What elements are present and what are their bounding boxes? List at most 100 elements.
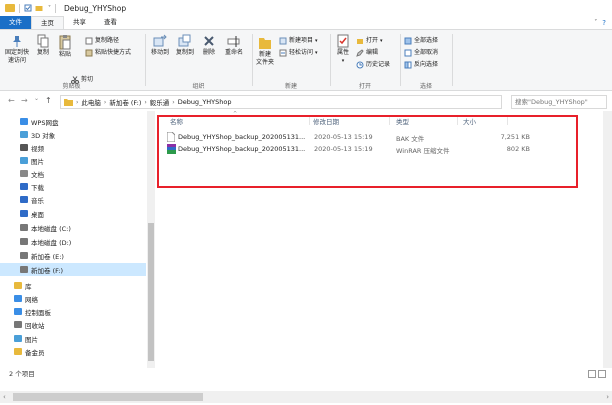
sidebar-item[interactable]: 图片: [0, 154, 146, 167]
content-scrollbar[interactable]: [603, 111, 612, 368]
delete-button[interactable]: 删除: [199, 34, 219, 57]
tab-share[interactable]: 共享: [64, 16, 95, 29]
status-bar: 2 个项目: [0, 368, 612, 380]
sidebar-item[interactable]: 文档: [0, 167, 146, 180]
sidebar-item-label: 视频: [31, 144, 44, 153]
sidebar-item[interactable]: 新加卷 (F:): [0, 263, 146, 276]
horizontal-scrollbar-thumb[interactable]: [13, 393, 203, 401]
breadcrumb-drive-f[interactable]: 新加卷 (F:): [109, 97, 141, 107]
quick-access-dropdown[interactable]: ˅: [48, 5, 51, 12]
edit-icon: [356, 49, 364, 57]
copy-to-button[interactable]: 复制到: [173, 34, 197, 57]
move-to-icon: [153, 34, 167, 47]
new-folder-button[interactable]: 新建 文件夹: [254, 34, 276, 67]
scroll-right-arrow[interactable]: ›: [606, 393, 609, 401]
sidebar-item[interactable]: 备金员: [0, 345, 146, 358]
title-bar: ˅ Debug_YHYShop: [0, 0, 612, 16]
sidebar-item-label: 回收站: [25, 321, 45, 330]
back-button[interactable]: ←: [8, 96, 15, 105]
copy-to-icon: [178, 34, 191, 47]
select-none-button[interactable]: 全部取消: [404, 48, 438, 58]
sidebar-item[interactable]: 3D 对象: [0, 128, 146, 141]
up-button[interactable]: ↑: [45, 96, 52, 105]
pin-quick-access-button[interactable]: 固定到快 速访问: [3, 34, 31, 65]
sidebar-item[interactable]: 视频: [0, 141, 146, 154]
sidebar-item-label: 库: [25, 282, 32, 291]
sidebar-item[interactable]: 新加卷 (E:): [0, 249, 146, 262]
sidebar-item[interactable]: 本地磁盘 (C:): [0, 221, 146, 234]
chevron-down-icon: ▾: [315, 50, 318, 56]
chevron-down-icon: ▾: [315, 38, 318, 44]
picture-icon: [20, 157, 28, 164]
cloud-icon: [20, 118, 28, 125]
rename-icon: [227, 36, 240, 47]
copy-button[interactable]: 复制: [33, 34, 53, 57]
edit-button[interactable]: 编辑: [356, 48, 378, 58]
open-button[interactable]: 打开 ▾: [356, 36, 383, 46]
large-icons-view-icon[interactable]: [598, 370, 606, 378]
easy-access-icon: [279, 49, 287, 57]
select-all-button[interactable]: 全部选择: [404, 36, 438, 46]
select-all-label: 全部选择: [414, 37, 439, 44]
sidebar-item[interactable]: 下载: [0, 180, 146, 193]
sidebar-item[interactable]: 桌面: [0, 207, 146, 220]
horizontal-scrollbar[interactable]: ‹ ›: [0, 391, 612, 403]
sidebar-item[interactable]: 图片: [0, 332, 146, 345]
rename-button[interactable]: 重命名: [222, 34, 246, 57]
new-folder-quick-icon[interactable]: [35, 4, 43, 12]
ribbon-collapse-chevron[interactable]: ˅: [594, 19, 597, 26]
properties-quick-icon[interactable]: [24, 4, 32, 12]
recent-locations-dropdown[interactable]: ⌄: [34, 95, 39, 102]
video-icon: [20, 144, 28, 151]
new-folder-icon: [259, 38, 271, 49]
sidebar-item-label: 本地磁盘 (C:): [31, 224, 71, 233]
highlight-box: [157, 115, 578, 188]
edit-label: 编辑: [366, 49, 379, 56]
folder-icon: [5, 4, 15, 12]
breadcrumb-this-pc[interactable]: 此电脑: [81, 97, 101, 107]
details-view-icon[interactable]: [588, 370, 596, 378]
breadcrumb-current[interactable]: Debug_YHYShop: [178, 98, 232, 106]
tab-file[interactable]: 文件: [0, 16, 31, 29]
nav-scrollbar[interactable]: [147, 111, 155, 368]
scroll-left-arrow[interactable]: ‹: [3, 393, 6, 401]
sidebar-item[interactable]: 网络: [0, 292, 146, 305]
copy-path-button[interactable]: 复制路径: [85, 36, 119, 46]
sidebar-item-label: 备金员: [25, 348, 45, 357]
paste-button[interactable]: 粘贴: [55, 34, 75, 59]
sidebar-item[interactable]: WPS网盘: [0, 115, 146, 128]
address-bar-row: ← → ⌄ ↑ › 此电脑 › 新加卷 (F:) › 毅乐通 › Debug_Y…: [0, 92, 612, 111]
delete-icon: [204, 36, 214, 46]
breadcrumb[interactable]: › 此电脑 › 新加卷 (F:) › 毅乐通 › Debug_YHYShop: [60, 95, 502, 109]
breadcrumb-folder[interactable]: 毅乐通: [150, 97, 170, 107]
paste-shortcut-button[interactable]: 粘贴快捷方式: [85, 48, 131, 58]
new-item-button[interactable]: 新建项目 ▾: [279, 36, 318, 46]
sidebar-item-label: 本地磁盘 (D:): [31, 238, 72, 247]
history-button[interactable]: 历史记录: [356, 60, 390, 70]
sidebar-item[interactable]: 控制面板: [0, 305, 146, 318]
properties-button[interactable]: 属性 ▾: [333, 34, 353, 65]
pin-label-2: 速访问: [7, 57, 26, 64]
tab-home[interactable]: 主页: [31, 16, 64, 29]
sidebar-item[interactable]: 本地磁盘 (D:): [0, 235, 146, 248]
picture-icon: [14, 335, 22, 342]
help-icon[interactable]: ?: [602, 19, 606, 27]
invert-selection-button[interactable]: 反向选择: [404, 60, 438, 70]
new-folder-label: 新建: [258, 51, 271, 58]
easy-access-button[interactable]: 轻松访问 ▾: [279, 48, 318, 58]
download-icon: [20, 183, 28, 190]
history-icon: [356, 61, 364, 69]
nav-scrollbar-thumb[interactable]: [148, 223, 154, 361]
properties-label: 属性: [336, 49, 349, 56]
sidebar-item[interactable]: 回收站: [0, 318, 146, 331]
clipboard-group-label: 剪贴板: [62, 83, 81, 90]
move-to-button[interactable]: 移动到: [148, 34, 172, 57]
search-input[interactable]: 搜索"Debug_YHYShop": [511, 95, 607, 109]
sidebar-item[interactable]: 音乐: [0, 193, 146, 206]
item-count: 2 个项目: [9, 370, 35, 378]
music-icon: [20, 196, 28, 203]
forward-button[interactable]: →: [21, 96, 28, 105]
tab-view[interactable]: 查看: [95, 16, 126, 29]
folder-icon: [64, 99, 73, 106]
sidebar-item[interactable]: 库: [0, 279, 146, 292]
